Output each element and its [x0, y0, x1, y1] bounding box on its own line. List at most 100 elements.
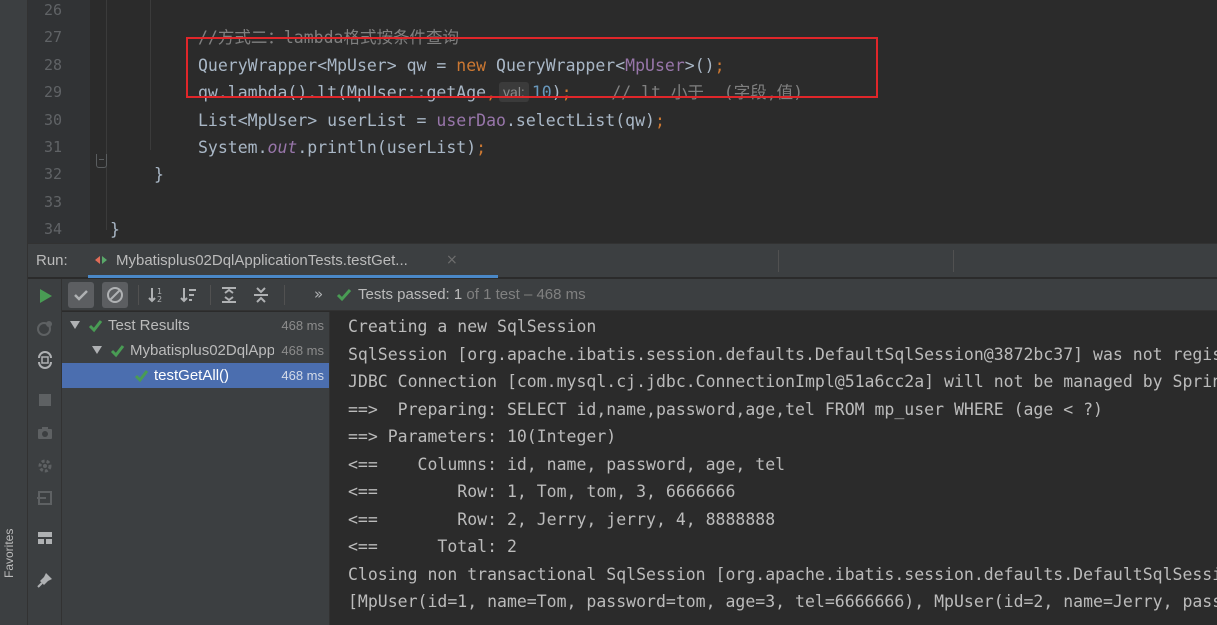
- layout-icon[interactable]: [36, 529, 54, 547]
- indent-guide: [150, 0, 151, 150]
- ignored-icon: [107, 287, 123, 303]
- header-divider: [953, 250, 954, 272]
- console-line: ==> Preparing: SELECT id,name,password,a…: [348, 399, 1103, 419]
- test-tree-label: Mybatisplus02DqlApplicationTests: [130, 342, 274, 359]
- expand-all-button[interactable]: [216, 282, 242, 308]
- test-toolbar: 1 2 » Tests passed: 1 of 1 test – 468 ms: [62, 279, 1217, 311]
- code-line[interactable]: //方式二：lambda格式按条件查询: [198, 24, 459, 51]
- code-token: out: [267, 138, 298, 157]
- run-left-toolbar: [28, 279, 62, 625]
- code-token: }: [154, 165, 164, 185]
- toggle-auto-test-icon[interactable]: [36, 351, 54, 369]
- code-line[interactable]: }: [154, 161, 164, 188]
- toolbar-divider: [210, 285, 211, 305]
- code-line[interactable]: qw.lambda().lt(MpUser::getAge, val: 10); /…: [198, 79, 803, 106]
- test-config-icon: [95, 256, 107, 264]
- more-actions-icon[interactable]: »: [314, 279, 323, 309]
- run-tool-window-header: Run: Mybatisplus02DqlApplicationTests.te…: [28, 243, 1217, 278]
- camera-icon[interactable]: [36, 424, 54, 442]
- test-tree-row[interactable]: Mybatisplus02DqlApplicationTests 468 ms: [62, 338, 329, 363]
- console-line: <== Row: 1, Tom, tom, 3, 6666666: [348, 482, 736, 501]
- code-line[interactable]: QueryWrapper<MpUser> qw = new QueryWrapp…: [198, 52, 725, 79]
- test-duration: 468 ms: [281, 343, 324, 358]
- svg-text:2: 2: [157, 295, 162, 304]
- line-number: 31: [43, 138, 62, 156]
- test-tree-row[interactable]: Test Results 468 ms: [62, 313, 329, 338]
- code-token: .println(userList): [297, 138, 477, 157]
- code-line[interactable]: List<MpUser> userList = userDao.selectLi…: [198, 107, 665, 134]
- stop-icon[interactable]: [36, 391, 54, 409]
- show-ignored-button[interactable]: [102, 282, 128, 308]
- import-icon[interactable]: [36, 489, 54, 507]
- pin-icon[interactable]: [36, 571, 54, 589]
- line-number: 30: [43, 110, 62, 129]
- code-token: ,: [486, 83, 497, 103]
- toolbar-divider: [138, 285, 139, 305]
- code-token: userDao: [436, 110, 506, 130]
- rerun-icon[interactable]: [36, 287, 54, 305]
- console-line: JDBC Connection [com.mysql.cj.jdbc.Conne…: [348, 372, 1217, 391]
- collapse-all-icon: [254, 287, 268, 303]
- check-icon: [74, 290, 88, 301]
- expand-arrow-icon[interactable]: [92, 346, 102, 354]
- console-line: <== Total: 2: [348, 537, 517, 556]
- code-token: .selectList(qw): [505, 110, 655, 130]
- status-prefix: Tests passed:: [358, 286, 450, 303]
- sort-duration-icon: [180, 288, 196, 303]
- run-tab[interactable]: Mybatisplus02DqlApplicationTests.testGet…: [88, 244, 498, 278]
- passed-check-icon: [134, 370, 149, 383]
- collapse-all-button[interactable]: [248, 282, 274, 308]
- code-line[interactable]: System.out.println(userList);: [198, 134, 486, 161]
- header-divider: [778, 250, 779, 272]
- console-line: <== Columns: id, name, password, age, te…: [348, 454, 786, 474]
- code-token: new: [456, 55, 497, 75]
- rerun-failed-icon[interactable]: [36, 319, 54, 337]
- test-tree-row[interactable]: testGetAll() 468 ms: [62, 363, 329, 388]
- code-token: QueryWrapper<: [496, 55, 626, 75]
- code-token: qw.lambda().lt(MpUser::getAge: [198, 83, 487, 103]
- fold-marker-icon[interactable]: [96, 154, 107, 168]
- passed-check-icon: [110, 345, 125, 358]
- run-label: Run:: [36, 252, 68, 269]
- sort-alphabetically-button[interactable]: 1 2: [144, 282, 170, 308]
- parameter-hint: val:: [499, 82, 529, 103]
- favorites-tool-tab[interactable]: Favorites: [2, 529, 26, 625]
- sort-by-duration-button[interactable]: [176, 282, 202, 308]
- console-line: ==> Parameters: 10(Integer): [348, 427, 617, 446]
- console-output[interactable]: Creating a new SqlSession SqlSession [org…: [331, 312, 1217, 625]
- console-line: SqlSession [org.apache.ibatis.session.de…: [348, 344, 1217, 364]
- code-token: System.: [198, 138, 268, 157]
- favorites-label: Favorites: [2, 528, 16, 578]
- console-line: [MpUser(id=1, name=Tom, password=tom, ag…: [348, 592, 1217, 611]
- sort-alpha-icon: 1 2: [148, 287, 162, 304]
- passed-check-icon: [336, 289, 352, 302]
- code-token: QueryWrapper<MpUser> qw =: [198, 55, 457, 75]
- test-duration: 468 ms: [281, 318, 324, 333]
- line-number: 29: [43, 83, 62, 102]
- console-line: Creating a new SqlSession: [348, 317, 597, 336]
- show-passed-button[interactable]: [68, 282, 94, 308]
- line-number: 26: [43, 1, 62, 19]
- code-token: ): [551, 83, 562, 103]
- code-line[interactable]: }: [110, 216, 120, 243]
- code-token: ;: [561, 83, 572, 103]
- expand-arrow-icon[interactable]: [70, 321, 80, 329]
- code-token: MpUser: [625, 55, 685, 75]
- code-token: }: [110, 220, 120, 240]
- code-token: // lt 小于 (字段,值): [571, 83, 804, 103]
- line-number: 34: [43, 220, 62, 239]
- code-token: //方式二：lambda格式按条件查询: [198, 28, 459, 48]
- test-results-tree: Test Results468 msMybatisplus02DqlApplic…: [62, 312, 330, 625]
- tests-status: Tests passed: 1 of 1 test – 468 ms: [336, 279, 586, 311]
- code-editor[interactable]: 26 27 //方式二：lambda格式按条件查询 28 QueryWrapper<Mp…: [0, 0, 1217, 243]
- line-number: 27: [43, 28, 62, 47]
- code-token: ;: [654, 110, 665, 130]
- code-token: ;: [476, 138, 487, 157]
- close-tab-icon[interactable]: ×: [446, 244, 458, 277]
- settings-icon[interactable]: [36, 457, 54, 475]
- test-duration: 468 ms: [281, 368, 324, 383]
- code-token: >(): [684, 55, 715, 75]
- code-token: List<MpUser> userList =: [198, 110, 437, 130]
- code-token: ;: [714, 55, 725, 75]
- run-tab-title: Mybatisplus02DqlApplicationTests.testGet…: [116, 252, 408, 269]
